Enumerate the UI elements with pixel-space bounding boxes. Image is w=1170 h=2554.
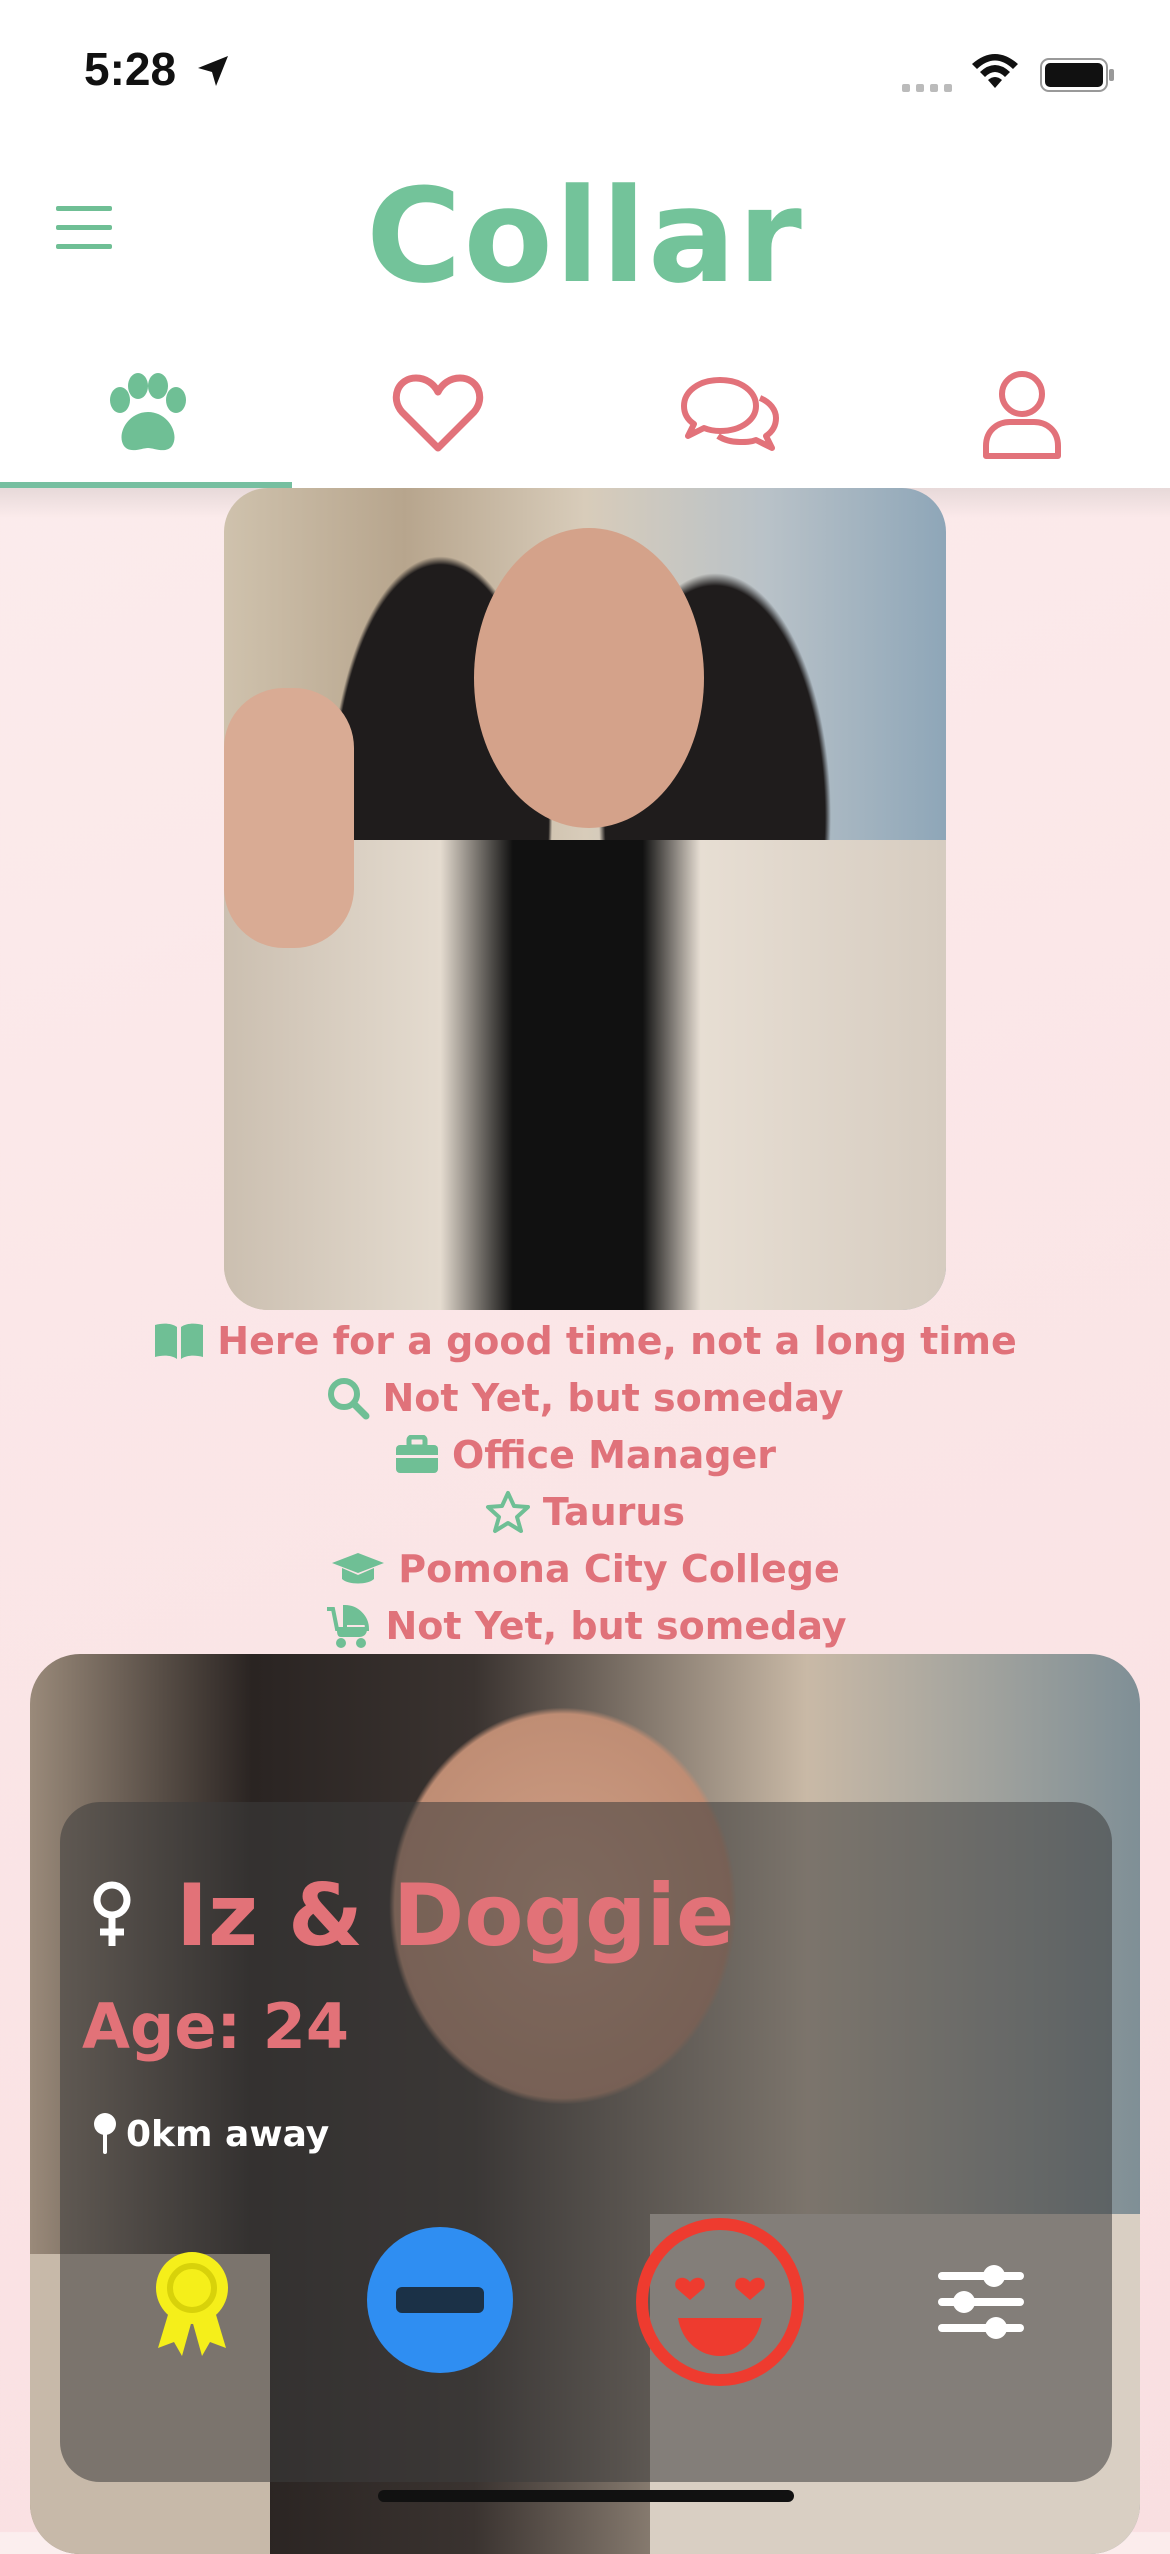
star-icon: [485, 1490, 530, 1533]
filters-icon: [938, 2265, 1024, 2339]
profile-photo[interactable]: [224, 488, 946, 1310]
location-pin-icon: [94, 2113, 116, 2154]
tab-discover[interactable]: [0, 340, 292, 488]
fact-text: Office Manager: [451, 1432, 777, 1477]
fact-text: Pomona City College: [398, 1546, 840, 1591]
pass-button[interactable]: [366, 2226, 514, 2378]
graduation-cap-icon: [332, 1552, 385, 1583]
profile-distance: 0km away: [92, 2112, 329, 2156]
fact-text: Not Yet, but someday: [385, 1603, 847, 1648]
paw-icon: [110, 373, 186, 451]
female-icon: [93, 1881, 131, 1946]
app-logo: Collar: [366, 160, 804, 312]
location-arrow-icon: [198, 56, 228, 86]
profile-icon: [983, 371, 1061, 459]
home-indicator[interactable]: [378, 2490, 794, 2502]
app-header: Collar: [0, 140, 1170, 340]
status-time: 5:28: [84, 43, 177, 95]
award-icon: [156, 2252, 228, 2356]
battery-icon: [1040, 58, 1114, 92]
search-icon: [328, 1377, 370, 1419]
fact-relationship: Not Yet, but someday: [0, 1369, 1170, 1426]
baby-carriage-icon: [327, 1604, 370, 1648]
fact-text: Not Yet, but someday: [382, 1375, 844, 1420]
tab-likes[interactable]: [292, 340, 584, 488]
tab-bar: [0, 340, 1170, 488]
tab-messages[interactable]: [584, 340, 876, 488]
heart-icon: [392, 374, 484, 452]
like-button[interactable]: [634, 2216, 806, 2392]
tab-profile[interactable]: [876, 340, 1168, 488]
distance-text: 0km away: [126, 2113, 330, 2155]
fact-looking-for: Here for a good time, not a long time: [0, 1312, 1170, 1369]
cellular-signal-icon: [902, 84, 952, 92]
briefcase-icon: [395, 1434, 438, 1473]
like-icon: [636, 2218, 804, 2386]
fact-education: Pomona City College: [0, 1540, 1170, 1597]
fact-text: Taurus: [542, 1489, 686, 1534]
wifi-icon: [972, 54, 1018, 88]
profile-age: Age: 24: [82, 1990, 350, 2063]
chat-icon: [681, 377, 779, 451]
fact-zodiac: Taurus: [0, 1483, 1170, 1540]
status-bar: 5:28: [0, 0, 1170, 140]
fact-job: Office Manager: [0, 1426, 1170, 1483]
profile-facts: Here for a good time, not a long time No…: [0, 1312, 1170, 1654]
profile-name: Iz & Doggie: [176, 1866, 735, 1966]
fact-kids: Not Yet, but someday: [0, 1597, 1170, 1654]
book-open-icon: [155, 1323, 204, 1359]
filters-button[interactable]: [936, 2264, 1026, 2344]
superlike-button[interactable]: [150, 2248, 234, 2362]
fact-text: Here for a good time, not a long time: [217, 1318, 1017, 1363]
pass-icon: [367, 2227, 513, 2373]
